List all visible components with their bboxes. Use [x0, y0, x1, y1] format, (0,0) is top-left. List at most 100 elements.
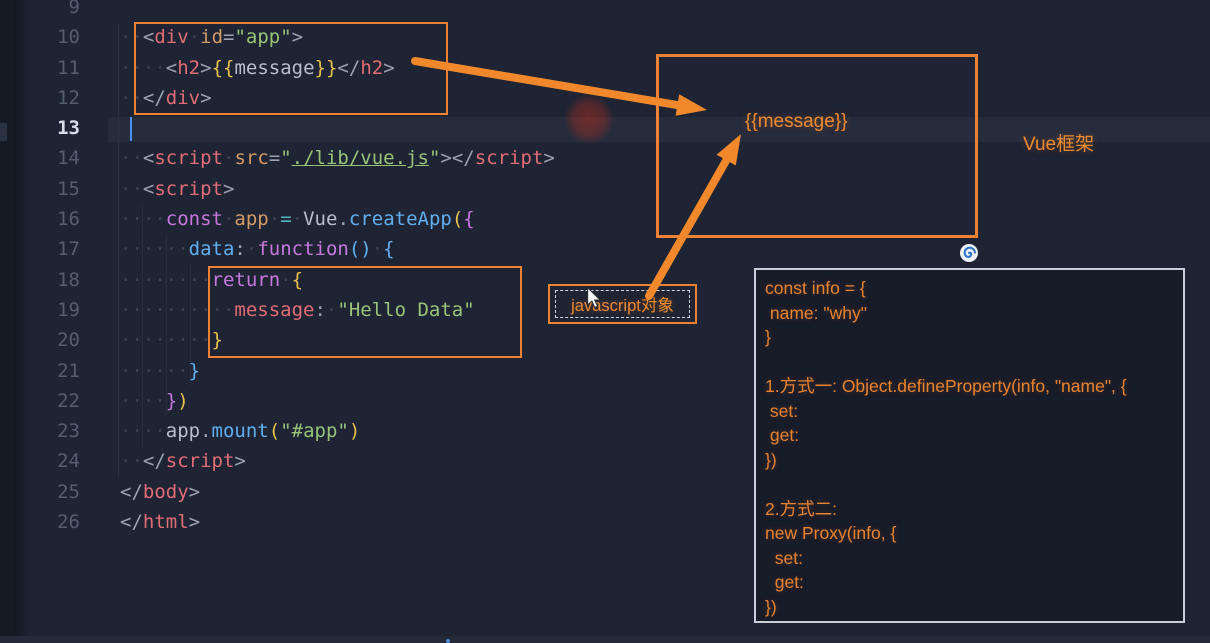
code-line[interactable]: 9	[0, 0, 1210, 22]
code-text: </body>	[120, 477, 200, 507]
code-text: ····})	[120, 386, 189, 416]
code-token: >	[189, 481, 200, 503]
code-line[interactable]: 16····const·app·=·Vue.createApp({	[0, 204, 1210, 234]
code-token: (	[269, 420, 280, 442]
code-token: </	[452, 147, 475, 169]
code-token: ··	[120, 147, 143, 169]
annotation-rect-js-object: javascript对象	[548, 284, 697, 324]
line-number: 23	[0, 416, 80, 446]
line-number: 13	[0, 113, 80, 143]
line-number: 18	[0, 265, 80, 295]
code-token: mount	[212, 420, 269, 442]
note-line: new Proxy(info, {	[765, 521, 1174, 546]
note-line	[765, 472, 1174, 497]
code-token: <	[143, 178, 154, 200]
note-line: set:	[765, 546, 1174, 571]
code-token: ·	[223, 208, 234, 230]
code-token: ······	[120, 360, 189, 382]
bottom-progress-dot	[446, 639, 450, 643]
code-text: ··<script·src="./lib/vue.js"></script>	[120, 143, 555, 173]
code-token: }	[189, 360, 200, 382]
line-number: 10	[0, 22, 80, 52]
code-text: ····app.mount("#app")	[120, 416, 360, 446]
line-number: 20	[0, 325, 80, 355]
spiral-tool-icon[interactable]	[959, 243, 979, 263]
code-token: </	[143, 450, 166, 472]
js-object-dashed-box: javascript对象	[555, 290, 690, 318]
code-token: Vue	[303, 208, 337, 230]
note-line: const info = {	[765, 276, 1174, 301]
code-token: body	[143, 481, 189, 503]
line-number: 15	[0, 174, 80, 204]
code-token: app	[166, 420, 200, 442]
code-token: html	[143, 511, 189, 533]
code-token: >	[543, 147, 554, 169]
note-line: })	[765, 448, 1174, 473]
code-text: ··<script>	[120, 174, 234, 204]
text-caret	[130, 117, 132, 141]
code-token: app	[234, 208, 268, 230]
code-token: .	[337, 208, 348, 230]
line-number: 25	[0, 477, 80, 507]
code-token: script	[475, 147, 544, 169]
note-line: set:	[765, 399, 1174, 424]
code-token: ·	[223, 147, 234, 169]
code-token: >	[234, 450, 245, 472]
line-number: 22	[0, 386, 80, 416]
code-token: {	[463, 208, 474, 230]
vue-framework-label: Vue框架	[1023, 129, 1094, 156]
code-token: ····	[120, 420, 166, 442]
code-token: ··	[120, 450, 143, 472]
line-number: 9	[0, 0, 80, 22]
code-token: "	[280, 147, 291, 169]
code-token: =	[269, 147, 280, 169]
code-token: ····	[120, 390, 166, 412]
note-line: get:	[765, 570, 1174, 595]
code-token: ··	[120, 178, 143, 200]
render-output-label: {{message}}	[745, 111, 847, 133]
line-number: 11	[0, 53, 80, 83]
line-number: 24	[0, 446, 80, 476]
line-number: 14	[0, 143, 80, 173]
notes-lines: const info = { name: "why"}1.方式一: Object…	[756, 270, 1183, 625]
code-token: ·	[372, 238, 383, 260]
code-text: ······data:·function()·{	[120, 234, 395, 264]
code-token: const	[166, 208, 223, 230]
code-token: </	[120, 511, 143, 533]
code-token: script	[154, 147, 223, 169]
mouse-cursor	[586, 287, 602, 309]
code-token: src	[234, 147, 268, 169]
code-token: ./lib/vue.js	[292, 147, 429, 169]
code-token: >	[440, 147, 451, 169]
line-number: 21	[0, 356, 80, 386]
code-token: data	[189, 238, 235, 260]
code-text: ····const·app·=·Vue.createApp({	[120, 204, 475, 234]
code-token: createApp	[349, 208, 452, 230]
annotation-rect-render-output: {{message}}	[656, 54, 978, 238]
code-token: ······	[120, 238, 189, 260]
line-number: 19	[0, 295, 80, 325]
line-number: 17	[0, 234, 80, 264]
note-line: })	[765, 595, 1174, 620]
note-line: name: "why"	[765, 301, 1174, 326]
code-token: "	[429, 147, 440, 169]
code-token: ········	[120, 329, 212, 351]
code-token: script	[154, 178, 223, 200]
line-number: 16	[0, 204, 80, 234]
note-line: get:	[765, 423, 1174, 448]
code-token: </	[120, 481, 143, 503]
code-line[interactable]: 17······data:·function()·{	[0, 234, 1210, 264]
line-number: 26	[0, 507, 80, 537]
code-token: ········	[120, 269, 212, 291]
code-line[interactable]: 15 ··<script>	[0, 174, 1210, 204]
code-token: <	[143, 147, 154, 169]
code-token: ·	[246, 238, 257, 260]
notes-panel: const info = { name: "why"}1.方式一: Object…	[754, 268, 1185, 623]
code-token: ()	[349, 238, 372, 260]
code-token: ·	[292, 208, 303, 230]
annotation-rect-return-block	[208, 266, 522, 358]
code-token: )	[349, 420, 360, 442]
bottom-edge-band	[0, 636, 1210, 643]
code-token: ····	[120, 208, 166, 230]
code-token: "#app"	[280, 420, 349, 442]
